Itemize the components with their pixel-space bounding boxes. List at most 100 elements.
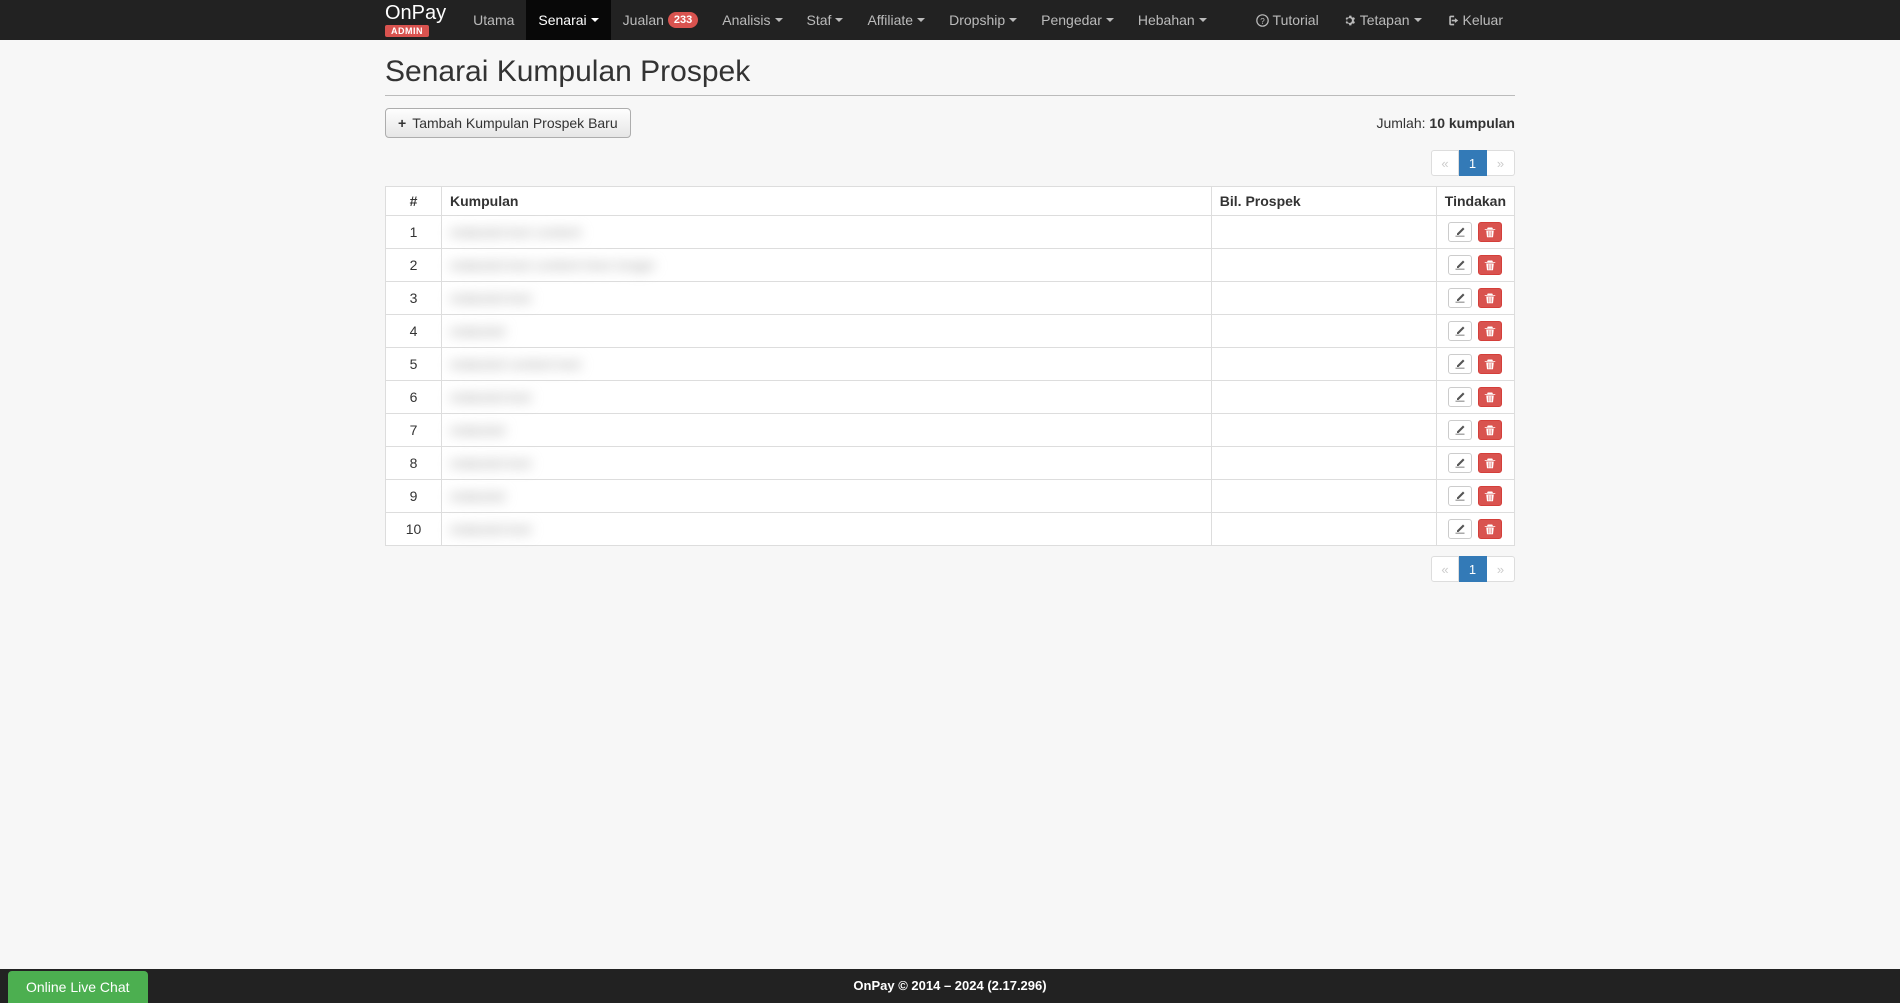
pagination-top: « 1 »: [385, 150, 1515, 176]
th-bil: Bil. Prospek: [1211, 187, 1436, 216]
cell-bil: [1211, 216, 1436, 249]
edit-button[interactable]: [1448, 354, 1472, 374]
page-1[interactable]: 1: [1459, 150, 1487, 176]
edit-button[interactable]: [1448, 255, 1472, 275]
delete-button[interactable]: [1478, 354, 1502, 374]
caret-icon: [1414, 18, 1422, 22]
edit-icon: [1454, 325, 1466, 337]
delete-button[interactable]: [1478, 453, 1502, 473]
delete-button[interactable]: [1478, 321, 1502, 341]
edit-button[interactable]: [1448, 222, 1472, 242]
edit-button[interactable]: [1448, 321, 1472, 341]
caret-icon: [775, 18, 783, 22]
cell-kumpulan: redacted text content here longer: [442, 249, 1212, 282]
cell-num: 2: [386, 249, 442, 282]
prospect-groups-table: # Kumpulan Bil. Prospek Tindakan 1 redac…: [385, 186, 1515, 546]
brand-name: OnPay: [385, 3, 446, 23]
nav-jualan[interactable]: Jualan233: [611, 0, 711, 40]
page-title: Senarai Kumpulan Prospek: [385, 55, 1515, 96]
trash-icon: [1484, 325, 1496, 337]
cell-bil: [1211, 381, 1436, 414]
nav-dropship[interactable]: Dropship: [937, 0, 1029, 40]
cell-bil: [1211, 447, 1436, 480]
caret-icon: [1009, 18, 1017, 22]
table-row: 7 redacted: [386, 414, 1515, 447]
edit-icon: [1454, 226, 1466, 238]
table-row: 8 redacted text: [386, 447, 1515, 480]
footer: OnPay © 2014 – 2024 (2.17.296): [0, 969, 1900, 1003]
page-next[interactable]: »: [1487, 556, 1515, 582]
cell-kumpulan: redacted: [442, 480, 1212, 513]
table-row: 2 redacted text content here longer: [386, 249, 1515, 282]
trash-icon: [1484, 259, 1496, 271]
cell-actions: [1436, 315, 1514, 348]
delete-button[interactable]: [1478, 255, 1502, 275]
edit-button[interactable]: [1448, 486, 1472, 506]
cell-kumpulan: redacted: [442, 315, 1212, 348]
nav-tutorial[interactable]: ? Tutorial: [1244, 0, 1331, 40]
trash-icon: [1484, 424, 1496, 436]
cell-actions: [1436, 216, 1514, 249]
cell-actions: [1436, 513, 1514, 546]
cell-kumpulan: redacted text content: [442, 216, 1212, 249]
delete-button[interactable]: [1478, 486, 1502, 506]
delete-button[interactable]: [1478, 387, 1502, 407]
cell-kumpulan: redacted text: [442, 513, 1212, 546]
cell-bil: [1211, 513, 1436, 546]
cell-num: 10: [386, 513, 442, 546]
edit-icon: [1454, 391, 1466, 403]
caret-icon: [1106, 18, 1114, 22]
delete-button[interactable]: [1478, 519, 1502, 539]
page-prev[interactable]: «: [1431, 556, 1459, 582]
edit-icon: [1454, 523, 1466, 535]
edit-button[interactable]: [1448, 420, 1472, 440]
cell-actions: [1436, 414, 1514, 447]
edit-button[interactable]: [1448, 288, 1472, 308]
cell-bil: [1211, 315, 1436, 348]
help-circle-icon: ?: [1256, 14, 1269, 27]
page-1[interactable]: 1: [1459, 556, 1487, 582]
page-next[interactable]: »: [1487, 150, 1515, 176]
nav-utama[interactable]: Utama: [461, 0, 526, 40]
cell-kumpulan: redacted: [442, 414, 1212, 447]
pagination-bottom: « 1 »: [385, 556, 1515, 582]
edit-icon: [1454, 259, 1466, 271]
cell-num: 4: [386, 315, 442, 348]
add-group-button[interactable]: + Tambah Kumpulan Prospek Baru: [385, 108, 631, 138]
edit-button[interactable]: [1448, 387, 1472, 407]
cell-actions: [1436, 348, 1514, 381]
brand[interactable]: OnPay ADMIN: [385, 3, 461, 37]
edit-button[interactable]: [1448, 453, 1472, 473]
table-row: 1 redacted text content: [386, 216, 1515, 249]
nav-analisis[interactable]: Analisis: [710, 0, 794, 40]
delete-button[interactable]: [1478, 288, 1502, 308]
nav-keluar[interactable]: Keluar: [1434, 0, 1515, 40]
logout-icon: [1446, 14, 1459, 27]
table-row: 3 redacted text: [386, 282, 1515, 315]
gear-icon: [1343, 14, 1356, 27]
nav-pengedar[interactable]: Pengedar: [1029, 0, 1126, 40]
cell-actions: [1436, 447, 1514, 480]
cell-num: 5: [386, 348, 442, 381]
nav-affiliate[interactable]: Affiliate: [855, 0, 937, 40]
cell-bil: [1211, 414, 1436, 447]
table-row: 4 redacted: [386, 315, 1515, 348]
edit-button[interactable]: [1448, 519, 1472, 539]
edit-icon: [1454, 292, 1466, 304]
delete-button[interactable]: [1478, 420, 1502, 440]
live-chat-button[interactable]: Online Live Chat: [8, 971, 148, 1003]
trash-icon: [1484, 490, 1496, 502]
cell-num: 7: [386, 414, 442, 447]
nav-hebahan[interactable]: Hebahan: [1126, 0, 1219, 40]
total-count: Jumlah: 10 kumpulan: [1376, 115, 1515, 131]
nav-tetapan[interactable]: Tetapan: [1331, 0, 1434, 40]
delete-button[interactable]: [1478, 222, 1502, 242]
caret-icon: [835, 18, 843, 22]
page-prev[interactable]: «: [1431, 150, 1459, 176]
cell-num: 8: [386, 447, 442, 480]
cell-kumpulan: redacted text: [442, 282, 1212, 315]
nav-senarai[interactable]: Senarai: [526, 0, 610, 40]
table-row: 5 redacted content text: [386, 348, 1515, 381]
edit-icon: [1454, 358, 1466, 370]
nav-staf[interactable]: Staf: [795, 0, 856, 40]
